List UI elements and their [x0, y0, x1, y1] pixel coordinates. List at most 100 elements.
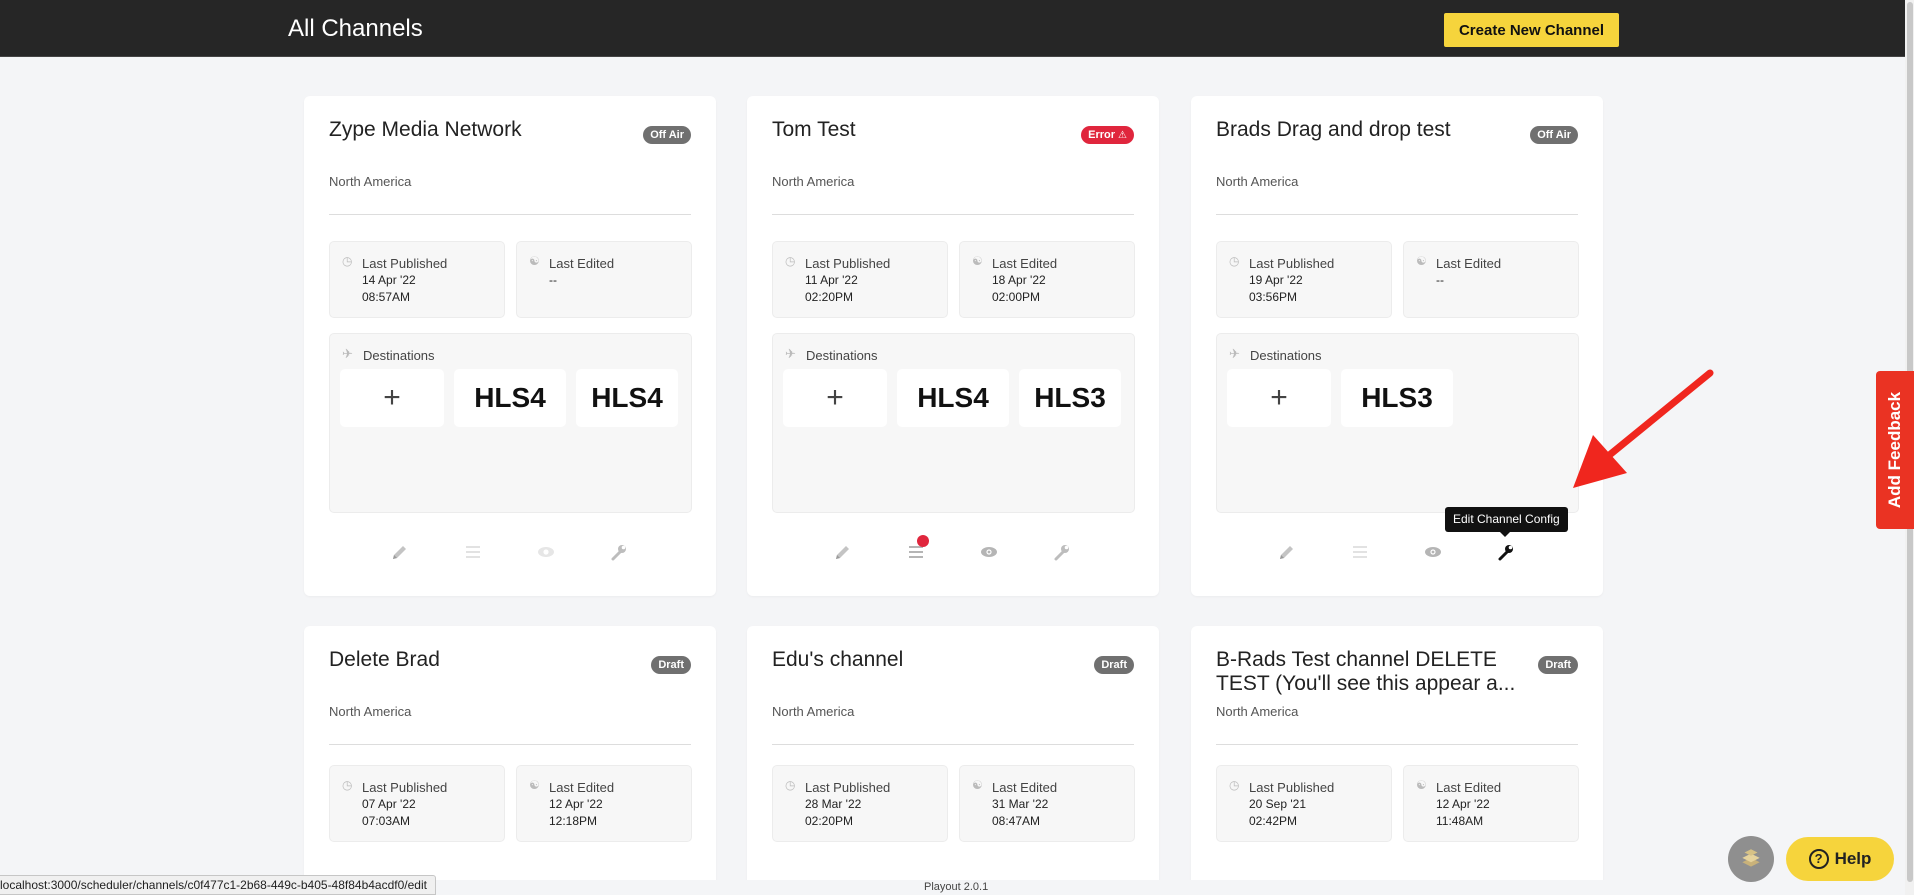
last-edited-panel: ☯ Last Edited 18 Apr '22 02:00PM	[959, 241, 1135, 318]
divider	[329, 214, 691, 215]
last-published-date: 11 Apr '22	[805, 273, 858, 287]
status-badge: Off Air	[1530, 126, 1578, 144]
stack-icon	[1742, 849, 1760, 867]
list-icon[interactable]	[461, 540, 485, 564]
last-edited-label: Last Edited	[549, 780, 615, 795]
edit-channel-config-icon[interactable]	[1494, 540, 1518, 564]
last-published-panel: ◷ Last Published 28 Mar '22 02:20PM	[772, 765, 948, 842]
channel-card: Edu's channel Draft North America ◷ Last…	[747, 626, 1159, 895]
last-published-time: 07:03AM	[362, 814, 411, 828]
red-arrow-annotation	[1573, 369, 1714, 488]
channel-card: Tom Test Error ⚠ North America ◷ Last Pub…	[747, 96, 1159, 596]
last-published-label: Last Published	[362, 256, 448, 271]
top-bar: All Channels Create New Channel	[0, 0, 1905, 57]
user-icon: ☯	[972, 778, 983, 792]
last-published-panel: ◷ Last Published 11 Apr '22 02:20PM	[772, 241, 948, 318]
last-edited-date: 18 Apr '22	[992, 273, 1046, 287]
pencil-icon[interactable]	[831, 540, 855, 564]
last-published-date: 19 Apr '22	[1249, 273, 1303, 287]
last-published-label: Last Published	[805, 780, 891, 795]
question-icon: ?	[1808, 849, 1829, 869]
channel-name[interactable]: B-Rads Test channel DELETE TEST (You'll …	[1216, 648, 1516, 696]
notification-dot	[917, 535, 929, 547]
clock-icon: ◷	[342, 778, 353, 792]
destinations-panel: ✈ Destinations + HLS4 HLS4	[329, 333, 692, 513]
list-icon[interactable]	[1348, 540, 1372, 564]
last-published-label: Last Published	[1249, 780, 1335, 795]
status-badge: Off Air	[643, 126, 691, 144]
last-published-time: 02:20PM	[805, 814, 854, 828]
pencil-icon[interactable]	[1275, 540, 1299, 564]
channel-region: North America	[1216, 704, 1299, 719]
last-edited-panel: ☯ Last Edited 31 Mar '22 08:47AM	[959, 765, 1135, 842]
destinations-label: Destinations	[806, 348, 878, 363]
destinations-panel: ✈ Destinations + HLS4 HLS3	[772, 333, 1135, 513]
channel-name[interactable]: Tom Test	[772, 118, 1072, 142]
add-destination-button[interactable]: +	[340, 369, 444, 427]
help-label: Help	[1834, 849, 1872, 868]
card-actions	[1191, 540, 1603, 564]
status-badge: Draft	[1094, 656, 1134, 674]
eye-icon[interactable]	[1421, 540, 1445, 564]
card-actions	[747, 535, 1159, 564]
add-destination-button[interactable]: +	[783, 369, 887, 427]
last-edited-time: 08:47AM	[992, 814, 1041, 828]
channel-name[interactable]: Delete Brad	[329, 648, 629, 672]
last-edited-date: 12 Apr '22	[549, 797, 603, 811]
last-published-label: Last Published	[362, 780, 448, 795]
channel-name[interactable]: Zype Media Network	[329, 118, 629, 142]
wrench-icon[interactable]	[1050, 540, 1074, 564]
channel-name[interactable]: Edu's channel	[772, 648, 1072, 672]
clock-icon: ◷	[1229, 254, 1240, 268]
channel-region: North America	[329, 174, 412, 189]
add-feedback-tab[interactable]: Add Feedback	[1876, 371, 1914, 529]
destinations-label: Destinations	[1250, 348, 1322, 363]
create-new-channel-button[interactable]: Create New Channel	[1444, 13, 1619, 47]
divider	[1216, 744, 1578, 745]
plane-icon: ✈	[342, 346, 353, 361]
add-destination-button[interactable]: +	[1227, 369, 1331, 427]
last-edited-label: Last Edited	[992, 780, 1058, 795]
destination-tile[interactable]: HLS4	[576, 369, 678, 427]
tooltip-caret	[1500, 532, 1510, 537]
user-icon: ☯	[1416, 254, 1427, 268]
user-icon: ☯	[972, 254, 983, 268]
add-feedback-label: Add Feedback	[1885, 391, 1904, 509]
channel-region: North America	[772, 174, 855, 189]
channel-card: Delete Brad Draft North America ◷ Last P…	[304, 626, 716, 895]
destination-tile[interactable]: HLS4	[454, 369, 566, 427]
clock-icon: ◷	[785, 778, 796, 792]
warning-icon: ⚠	[1118, 130, 1127, 141]
last-published-panel: ◷ Last Published 19 Apr '22 03:56PM	[1216, 241, 1392, 318]
divider	[772, 214, 1134, 215]
eye-icon[interactable]	[977, 540, 1001, 564]
last-edited-panel: ☯ Last Edited 12 Apr '22 12:18PM	[516, 765, 692, 842]
lab-widget-button[interactable]	[1728, 836, 1774, 882]
divider	[772, 744, 1134, 745]
clock-icon: ◷	[342, 254, 353, 268]
plane-icon: ✈	[785, 346, 796, 361]
status-badge: Draft	[651, 656, 691, 674]
channel-name[interactable]: Brads Drag and drop test	[1216, 118, 1516, 142]
pencil-icon[interactable]	[388, 540, 412, 564]
help-button[interactable]: ? Help	[1786, 837, 1894, 881]
last-edited-label: Last Edited	[992, 256, 1058, 271]
app-version: Playout 2.0.1	[924, 881, 989, 893]
user-icon: ☯	[529, 254, 540, 268]
destination-tile[interactable]: HLS3	[1341, 369, 1453, 427]
channel-region: North America	[772, 704, 855, 719]
clock-icon: ◷	[785, 254, 796, 268]
last-edited-label: Last Edited	[1436, 780, 1502, 795]
edit-channel-config-tooltip: Edit Channel Config	[1445, 507, 1568, 532]
eye-icon[interactable]	[534, 540, 558, 564]
last-published-label: Last Published	[805, 256, 891, 271]
last-edited-date: 12 Apr '22	[1436, 797, 1490, 811]
destination-tile[interactable]: HLS3	[1019, 369, 1121, 427]
last-published-panel: ◷ Last Published 14 Apr '22 08:57AM	[329, 241, 505, 318]
list-icon[interactable]	[904, 535, 929, 564]
last-edited-panel: ☯ Last Edited --	[1403, 241, 1579, 318]
last-edited-label: Last Edited	[1436, 256, 1502, 271]
last-edited-label: Last Edited	[549, 256, 615, 271]
destination-tile[interactable]: HLS4	[897, 369, 1009, 427]
wrench-icon[interactable]	[607, 540, 631, 564]
